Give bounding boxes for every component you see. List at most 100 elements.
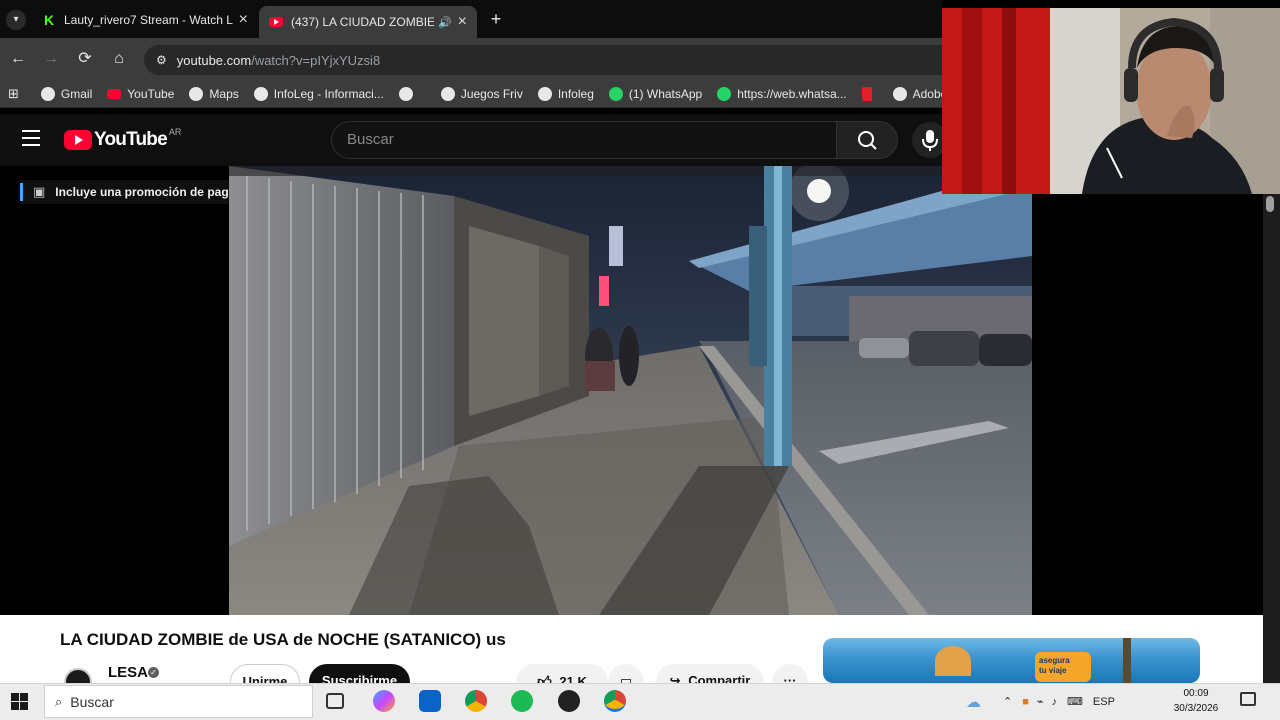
bookmark-whatsapp[interactable]: (1) WhatsApp <box>608 86 703 101</box>
new-tab-button[interactable]: + <box>486 8 506 30</box>
hamburger-menu-icon[interactable] <box>22 130 40 146</box>
language-indicator[interactable]: ESP <box>1093 696 1115 708</box>
tab-search-button[interactable]: ▾ <box>6 10 26 30</box>
bookmark-gmail[interactable]: Gmail <box>40 86 93 101</box>
url-host: youtube.com <box>176 52 252 68</box>
video-player[interactable] <box>229 166 1032 615</box>
keyboard-icon[interactable]: ⌨ <box>1067 695 1083 708</box>
taskbar-clock[interactable]: 00:09 30/3/2026 <box>1166 686 1226 716</box>
obs-icon[interactable] <box>558 690 580 712</box>
bookmark-infoleg-informacion[interactable]: InfoLeg - Informaci... <box>253 86 384 101</box>
search-button[interactable] <box>836 121 898 159</box>
page-scrollbar[interactable] <box>1263 194 1280 683</box>
weather-icon[interactable]: ☁ <box>966 693 981 711</box>
clock-date: 30/3/2026 <box>1173 703 1219 714</box>
task-view-icon[interactable] <box>326 693 344 709</box>
network-icon[interactable]: ⌁ <box>1037 695 1044 708</box>
bookmark-label: https://web.whatsa... <box>737 86 847 101</box>
windows-start-icon[interactable] <box>11 693 28 710</box>
webcam-overlay <box>942 8 1280 194</box>
promo-text: Incluye una promoción de pago <box>55 185 236 199</box>
notifications-icon[interactable] <box>1240 692 1256 706</box>
site-info-icon[interactable]: ⚙ <box>156 53 167 67</box>
ad-text-line-2: tu viaje <box>1039 666 1067 675</box>
chrome-icon[interactable] <box>465 690 487 712</box>
apps-grid-icon[interactable]: ⊞ <box>8 86 19 102</box>
region-code: AR <box>168 127 182 137</box>
tab-youtube-video[interactable]: (437) LA CIUDAD ZOMBIE de USA de NOCHE (… <box>259 6 477 38</box>
taskbar-search-placeholder: Buscar <box>70 693 114 710</box>
tab-title: (437) LA CIUDAD ZOMBIE de USA de NOCHE (… <box>291 15 434 29</box>
globe-icon <box>40 86 55 101</box>
bookmark-label: YouTube <box>127 86 175 101</box>
globe-icon <box>398 86 413 101</box>
youtube-logo[interactable]: YouTube AR <box>64 127 182 151</box>
clock-time: 00:09 <box>1183 688 1209 699</box>
tab-kick-stream[interactable]: K Lauty_rivero7 Stream - Watch Live on K… <box>34 6 258 34</box>
bookmark-maps[interactable]: Maps <box>189 86 239 101</box>
bookmark-unnamed[interactable] <box>398 86 419 101</box>
youtube-play-icon <box>64 130 92 150</box>
chrome-profile-icon[interactable] <box>604 690 626 712</box>
back-arrow-icon[interactable]: ← <box>7 48 29 70</box>
bookmark-label: (1) WhatsApp <box>628 86 703 101</box>
taskbar-search-input[interactable]: ⌕ Buscar <box>44 685 313 718</box>
bookmark-label: Adobe <box>912 86 942 101</box>
microphone-icon[interactable]: ♪ <box>1052 696 1058 708</box>
close-icon[interactable]: × <box>458 13 467 31</box>
search-input[interactable]: Buscar <box>331 121 837 159</box>
reload-icon[interactable]: ⟳ <box>74 48 96 70</box>
video-title: LA CIUDAD ZOMBIE de USA de NOCHE (SATANI… <box>60 630 506 649</box>
promo-icon: ▣ <box>33 184 46 199</box>
url-path: /watch?v=pIYjxYUzsi8 <box>251 52 381 68</box>
whatsapp-icon <box>608 86 623 101</box>
bookmark-web-whatsapp[interactable]: https://web.whatsa... <box>717 86 847 101</box>
webcam-feed <box>942 8 1280 194</box>
bookmark-youtube[interactable]: YouTube <box>107 87 174 101</box>
verified-check-icon: ✓ <box>148 667 159 678</box>
copilot-icon[interactable] <box>373 690 395 712</box>
ad-badge: asegura tu viaje <box>1035 652 1091 682</box>
adobe-icon <box>861 86 872 101</box>
bookmark-label: Gmail <box>60 86 93 101</box>
bookmark-infoleg[interactable]: Infoleg <box>537 86 594 101</box>
ad-text-line-1: asegura <box>1039 656 1070 665</box>
bookmark-adobe[interactable]: Adobe <box>892 86 942 101</box>
tab-title: Lauty_rivero7 Stream - Watch Live on Kic… <box>64 13 233 27</box>
whatsapp-icon <box>717 86 732 101</box>
globe-icon <box>440 86 455 101</box>
bookmark-juegos-friv[interactable]: Juegos Friv <box>440 86 523 101</box>
globe-icon <box>253 86 268 101</box>
chevron-up-icon[interactable]: ⌃ <box>1003 695 1012 708</box>
scrollbar-thumb[interactable] <box>1266 196 1274 212</box>
video-frame <box>229 166 1032 615</box>
sidebar-ad-banner[interactable]: asegura tu viaje <box>823 638 1200 683</box>
bookmark-label: Juegos Friv <box>460 86 523 101</box>
speaker-icon[interactable]: 🔊 <box>438 16 452 29</box>
system-tray: ☁ ⌃ ■ ⌁ ♪ ⌨ ESP <box>966 683 1115 720</box>
search-icon <box>858 131 877 150</box>
ad-beach-figure <box>935 646 971 676</box>
outlook-icon[interactable] <box>419 690 441 712</box>
channel-name[interactable]: LESA <box>108 664 148 681</box>
globe-icon <box>892 86 907 101</box>
bookmark-adobe-logo[interactable] <box>861 86 878 101</box>
globe-icon <box>189 86 204 101</box>
youtube-icon <box>107 88 122 99</box>
app-tray-icon[interactable]: ■ <box>1022 696 1029 708</box>
bookmarks-bar: ⊞ Gmail YouTube Maps InfoLeg - Informaci… <box>0 80 942 108</box>
globe-icon <box>537 86 552 101</box>
forward-arrow-icon[interactable]: → <box>40 48 62 70</box>
youtube-wordmark: YouTube <box>94 129 168 150</box>
spotify-icon[interactable] <box>511 690 533 712</box>
kick-icon: K <box>44 12 55 28</box>
search-icon: ⌕ <box>55 693 63 709</box>
close-icon[interactable]: × <box>239 11 248 29</box>
bookmark-label: Maps <box>209 86 239 101</box>
promo-accent-bar <box>20 183 23 201</box>
address-bar[interactable]: ⚙ youtube.com/watch?v=pIYjxYUzsi8 <box>144 45 942 75</box>
bookmark-label: InfoLeg - Informaci... <box>273 86 384 101</box>
youtube-icon <box>269 17 283 27</box>
ad-palm <box>1123 638 1131 683</box>
home-icon[interactable]: ⌂ <box>108 48 130 70</box>
